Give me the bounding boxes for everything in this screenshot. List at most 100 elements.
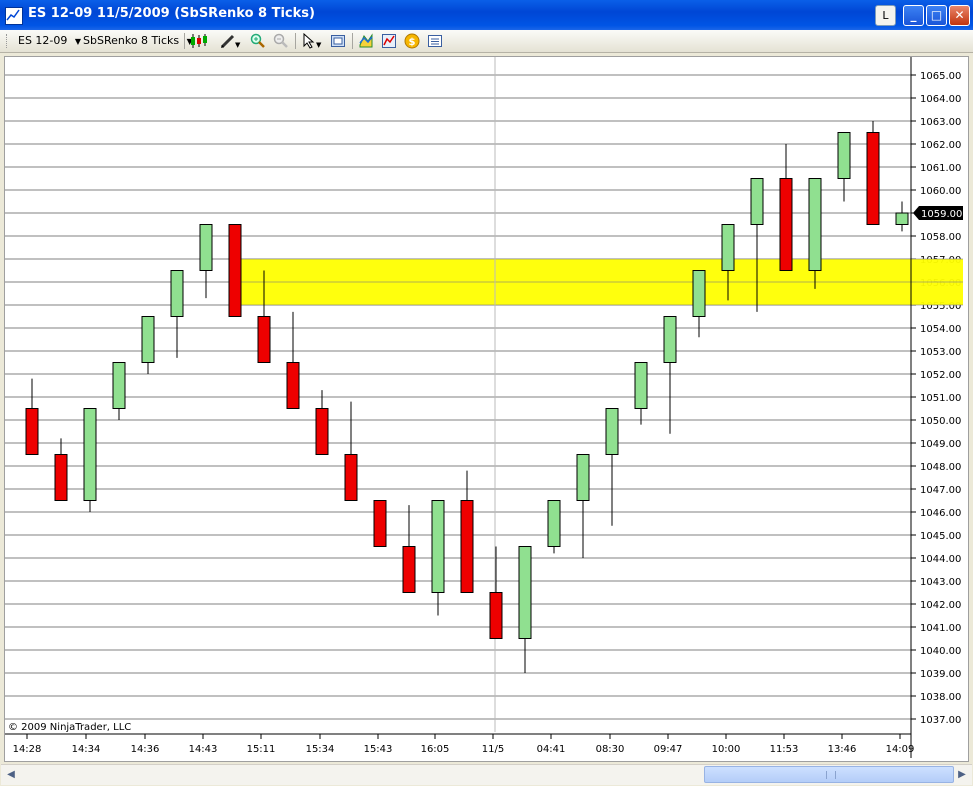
price-tick-label: 1038.00 [920,692,961,703]
up-candle [518,546,532,639]
zoom-in-icon[interactable] [250,33,266,49]
up-candle [837,132,851,179]
price-tick-label: 1063.00 [920,117,961,128]
svg-text:▼: ▼ [235,41,241,49]
time-tick-label: 14:43 [189,744,218,755]
instrument-label: ES 12-09 [18,34,68,47]
up-candle [808,178,822,271]
price-tick-label: 1050.00 [920,416,961,427]
chevron-down-icon: ▼ [74,37,82,46]
up-candle [431,500,445,593]
price-tick-label: 1042.00 [920,600,961,611]
up-candle [605,408,619,455]
time-tick-label: 14:36 [131,744,160,755]
chart-panel[interactable]: 1065.00 1064.00 1063.00 1062.00 1061.00 1060.… [4,56,969,762]
price-tick-label: 1052.00 [920,370,961,381]
price-tick-label: 1061.00 [920,163,961,174]
price-tick-label: 1044.00 [920,554,961,565]
price-tick-label: 1041.00 [920,623,961,634]
svg-text:▼: ▼ [316,41,322,49]
up-candle [663,316,677,363]
down-candle [344,454,358,501]
time-tick-label: 08:30 [596,744,625,755]
price-tick-label: 1058.00 [920,232,961,243]
toolbar-separator [184,33,185,49]
up-candle [750,178,764,225]
window-title: ES 12-09 11/5/2009 (SbSRenko 8 Ticks) [28,6,315,21]
price-tick-label: 1064.00 [920,94,961,105]
properties-icon[interactable] [330,33,346,49]
drawing-pencil-icon[interactable]: ▼ [220,33,241,49]
period-label: SbSRenko 8 Ticks [83,34,180,47]
price-tick-label: 1049.00 [920,439,961,450]
price-chart[interactable]: 1065.00 1064.00 1063.00 1062.00 1061.00 1060.… [5,57,968,761]
cursor-pointer-icon[interactable]: ▼ [301,32,322,49]
price-tick-label: 1040.00 [920,646,961,657]
chart-trader-icon[interactable] [427,33,443,49]
close-button[interactable]: ✕ [949,5,970,26]
current-price-label: 1059.00 [921,209,962,220]
down-candle [373,500,387,547]
down-candle [54,454,68,501]
toolbar-grip[interactable] [6,34,10,48]
period-selector[interactable]: SbSRenko 8 Ticks ▼ [83,34,193,47]
toolbar-separator [352,33,353,49]
zoom-out-icon[interactable] [273,33,289,49]
time-tick-label: 15:43 [364,744,393,755]
time-tick-label: 11/5 [482,744,504,755]
down-candle [228,224,242,317]
maximize-button[interactable]: □ [926,5,947,26]
data-box-icon[interactable] [358,33,374,49]
scrollbar-thumb[interactable] [704,766,954,783]
instrument-selector[interactable]: ES 12-09 ▼ [18,34,81,47]
scroll-right-arrow-icon[interactable]: ▶ [955,767,969,783]
up-candle [141,316,155,363]
time-tick-label: 14:09 [886,744,915,755]
grip-icon [826,771,836,779]
minimize-button[interactable]: _ [903,5,924,26]
price-tick-label: 1060.00 [920,186,961,197]
scroll-left-arrow-icon[interactable]: ◀ [4,767,18,783]
chart-toolbar: ES 12-09 ▼ SbSRenko 8 Ticks ▼ ▼ ▼ $ [0,30,973,53]
price-tick-label: 1048.00 [920,462,961,473]
time-tick-label: 11:53 [770,744,799,755]
down-candle [460,500,474,593]
price-tick-label: 1043.00 [920,577,961,588]
down-candle [286,362,300,409]
down-candle [25,408,39,455]
link-button[interactable]: L [875,5,896,26]
up-candle [199,224,213,271]
up-candle [692,270,706,317]
strategies-icon[interactable]: $ [404,33,420,49]
price-tick-label: 1054.00 [920,324,961,335]
price-tick-label: 1051.00 [920,393,961,404]
toolbar-separator [295,33,296,49]
price-tick-label: 1045.00 [920,531,961,542]
up-candle [721,224,735,271]
time-tick-label: 14:34 [72,744,101,755]
time-tick-label: 16:05 [421,744,450,755]
time-tick-label: 14:28 [13,744,42,755]
down-candle [779,178,793,271]
price-tick-label: 1065.00 [920,71,961,82]
price-tick-label: 1062.00 [920,140,961,151]
time-tick-label: 15:34 [306,744,335,755]
candlestick-icon[interactable] [190,33,207,49]
down-candle [315,408,329,455]
price-tick-label: 1046.00 [920,508,961,519]
time-tick-label: 10:00 [712,744,741,755]
down-candle [489,592,503,639]
down-candle [257,316,271,363]
indicators-icon[interactable] [381,33,397,49]
time-tick-label: 13:46 [828,744,857,755]
time-tick-label: 04:41 [537,744,566,755]
price-tick-label: 1047.00 [920,485,961,496]
up-candle [112,362,126,409]
up-candle [634,362,648,409]
up-candle [895,212,909,225]
time-tick-label: 15:11 [247,744,276,755]
horizontal-scrollbar[interactable]: ◀ ▶ [1,764,972,785]
price-tick-label: 1039.00 [920,669,961,680]
down-candle [402,546,416,593]
up-candle [83,408,97,501]
